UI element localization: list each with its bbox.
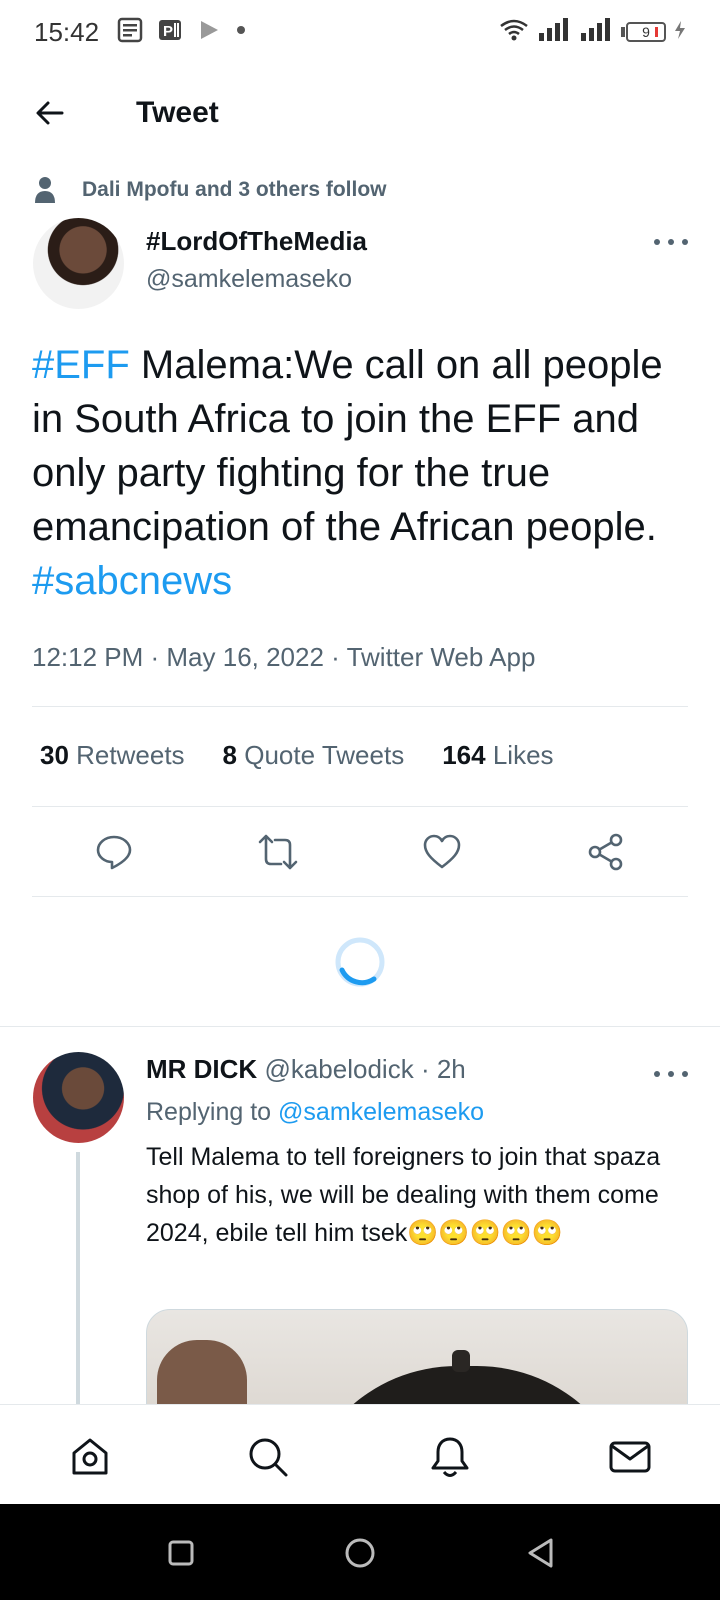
- divider: [32, 806, 688, 807]
- battery-icon: 9: [621, 22, 666, 42]
- divider: [32, 706, 688, 707]
- system-navigation-bar: [0, 1504, 720, 1600]
- status-bar: 15:42 P 9: [0, 0, 720, 64]
- social-context: Dali Mpofu and 3 others follow: [34, 176, 387, 204]
- dot-icon: [235, 23, 247, 41]
- news-icon: [117, 17, 143, 48]
- more-dot-icon: [668, 1071, 674, 1077]
- reply-button[interactable]: [92, 830, 136, 874]
- person-icon: [35, 177, 55, 203]
- reply-text: Tell Malema to tell foreigners to join t…: [146, 1143, 661, 1247]
- retweets-label: Retweets: [76, 740, 185, 770]
- divider: [32, 896, 688, 897]
- more-dot-icon: [654, 1071, 660, 1077]
- reply-avatar[interactable]: [33, 1052, 124, 1143]
- recents-icon: [168, 1540, 194, 1566]
- more-dot-icon: [682, 239, 688, 245]
- replying-to: Replying to @samkelemaseko: [146, 1098, 484, 1127]
- back-button[interactable]: [30, 93, 70, 133]
- status-time: 15:42: [34, 16, 100, 47]
- retweet-icon: [258, 834, 298, 870]
- messages-icon: [609, 1441, 651, 1473]
- hashtag-link[interactable]: #EFF: [32, 343, 130, 387]
- quotes-stat[interactable]: 8 Quote Tweets: [223, 740, 405, 771]
- author-name[interactable]: #LordOfTheMedia: [146, 226, 367, 257]
- section-divider: [0, 1026, 720, 1027]
- signal-icon: [537, 17, 571, 48]
- battery-level: 9: [626, 22, 666, 42]
- system-home-button[interactable]: [343, 1536, 377, 1570]
- like-button[interactable]: [420, 830, 464, 874]
- svg-text:P: P: [163, 23, 173, 40]
- more-dot-icon: [654, 239, 660, 245]
- home-icon: [72, 1438, 108, 1475]
- reply-time: · 2h: [420, 1054, 466, 1084]
- more-dot-icon: [682, 1071, 688, 1077]
- page-title: Tweet: [136, 96, 219, 129]
- reply-header: MR DICK @kabelodick · 2h: [146, 1054, 466, 1085]
- quotes-label: Quote Tweets: [244, 740, 405, 770]
- retweets-count: 30: [40, 740, 69, 770]
- tweet-actions: [0, 830, 720, 874]
- top-app-bar: Tweet: [0, 80, 720, 146]
- tweet-text: #EFF Malema:We call on all people in Sou…: [32, 338, 692, 608]
- author-avatar[interactable]: [33, 218, 124, 309]
- replying-to-label: Replying to: [146, 1098, 272, 1126]
- likes-count: 164: [442, 740, 486, 770]
- reply-more-options-button[interactable]: [654, 1064, 688, 1084]
- more-dot-icon: [668, 239, 674, 245]
- likes-stat[interactable]: 164 Likes: [442, 740, 553, 771]
- retweets-stat[interactable]: 30 Retweets: [40, 740, 185, 771]
- tweet-stats: 30 Retweets 8 Quote Tweets 164 Likes: [40, 740, 554, 771]
- signal-icon: [579, 17, 613, 48]
- nav-home[interactable]: [68, 1435, 112, 1479]
- social-context-text[interactable]: Dali Mpofu and 3 others follow: [82, 178, 387, 202]
- thread-line: [76, 1152, 80, 1405]
- reply-icon: [96, 835, 132, 870]
- notifications-icon: [431, 1437, 469, 1477]
- charging-icon: [674, 20, 686, 45]
- home-circle-icon: [345, 1538, 375, 1568]
- arrow-left-icon: [36, 101, 64, 125]
- like-icon: [423, 834, 461, 869]
- hashtag-link[interactable]: #sabcnews: [32, 559, 232, 603]
- tweet-timestamp: 12:12 PM · May 16, 2022 · Twitter Web Ap…: [32, 642, 536, 672]
- back-triangle-icon: [528, 1538, 553, 1568]
- quotes-count: 8: [222, 740, 238, 770]
- retweet-button[interactable]: [256, 830, 300, 874]
- author-handle[interactable]: @samkelemaseko: [146, 265, 352, 294]
- recents-button[interactable]: [164, 1536, 198, 1570]
- reply-author-handle[interactable]: @kabelodick: [264, 1054, 413, 1084]
- nav-search[interactable]: [246, 1435, 290, 1479]
- share-button[interactable]: [584, 830, 628, 874]
- parking-icon: P: [157, 17, 183, 48]
- play-icon: [197, 18, 221, 47]
- nav-messages[interactable]: [608, 1435, 652, 1479]
- share-icon: [588, 833, 623, 871]
- media-content: [452, 1350, 470, 1372]
- nav-notifications[interactable]: [428, 1435, 472, 1479]
- bottom-navigation: [0, 1404, 720, 1504]
- replying-to-link[interactable]: @samkelemaseko: [278, 1098, 484, 1126]
- system-back-button[interactable]: [524, 1536, 558, 1570]
- search-icon: [249, 1438, 288, 1477]
- more-options-button[interactable]: [654, 232, 688, 252]
- likes-label: Likes: [492, 740, 554, 770]
- wifi-icon: [499, 18, 529, 47]
- loading-spinner-icon: [334, 936, 386, 988]
- reply-author-name[interactable]: MR DICK: [146, 1054, 257, 1084]
